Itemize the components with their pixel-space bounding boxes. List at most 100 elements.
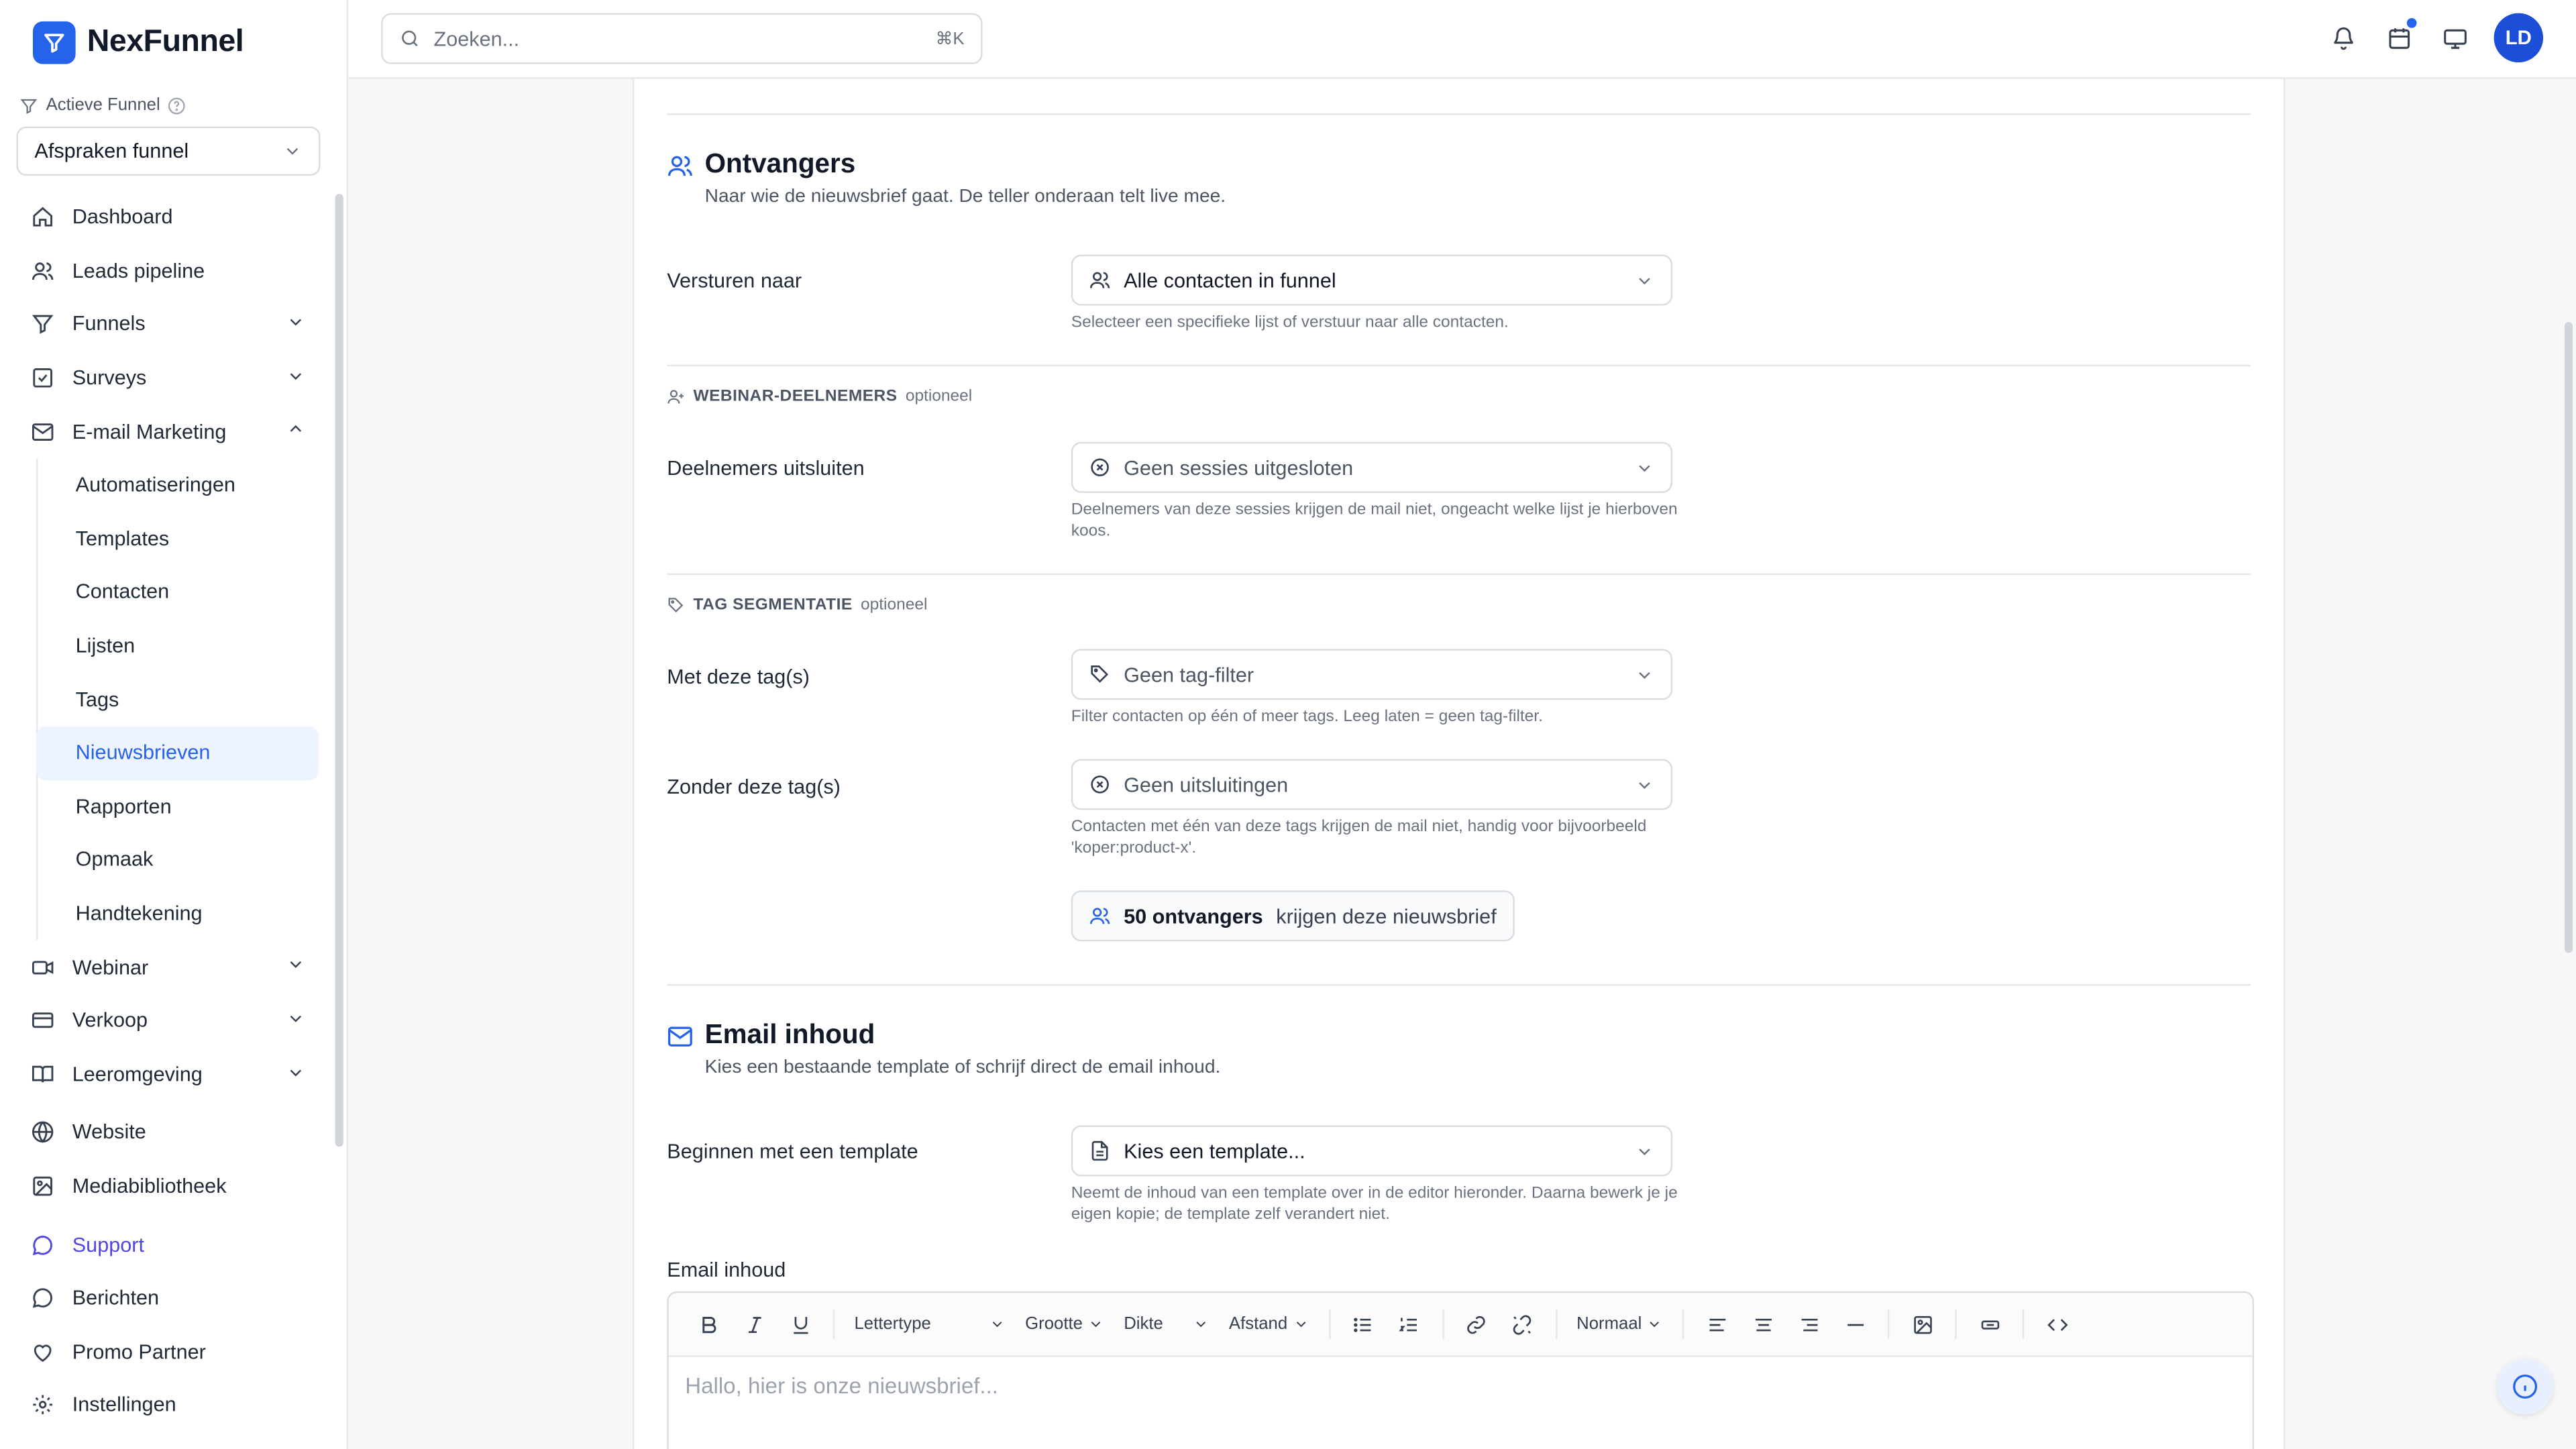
funnel-select[interactable]: Afspraken funnel <box>16 126 321 176</box>
sidebar-item-website[interactable]: Website <box>16 1106 322 1159</box>
sidebar-item-webinar[interactable]: Webinar <box>16 941 322 994</box>
button-insert-icon[interactable] <box>1967 1305 2013 1344</box>
email-marketing-submenu: Automatiseringen Templates Contacten Lij… <box>36 458 322 941</box>
sidebar-item-label: Instellingen <box>72 1393 176 1417</box>
chevron-down-icon <box>1635 775 1654 794</box>
send-to-select[interactable]: Alle contacten in funnel <box>1071 254 1673 306</box>
exclude-help: Deelnemers van deze sessies krijgen de m… <box>1071 500 1678 541</box>
align-left-icon[interactable] <box>1695 1305 1741 1344</box>
sidebar: NexFunnel Actieve Funnel Afspraken funne… <box>0 0 349 1449</box>
sidebar-item-leads[interactable]: Leads pipeline <box>16 244 322 298</box>
avatar[interactable]: LD <box>2493 13 2544 63</box>
search-placeholder: Zoeken... <box>433 27 520 50</box>
calendar-icon[interactable] <box>2382 16 2418 54</box>
top-actions: LD <box>2326 13 2544 63</box>
logo[interactable]: NexFunnel <box>32 21 244 64</box>
tag-icon <box>667 596 685 614</box>
chevron-up-icon <box>286 419 305 439</box>
gear-icon <box>30 1392 56 1418</box>
recipients-heading: Ontvangers <box>667 150 855 181</box>
chevron-down-icon <box>282 142 302 161</box>
recipient-count: 50 ontvangers <box>1124 904 1263 928</box>
funnel-icon <box>19 96 38 114</box>
without-tags-select[interactable]: Geen uitsluitingen <box>1071 759 1673 810</box>
sidebar-item-surveys[interactable]: Surveys <box>16 352 322 405</box>
info-button[interactable] <box>2497 1358 2553 1415</box>
sidebar-item-rapporten[interactable]: Rapporten <box>36 780 319 833</box>
page-scrollbar[interactable] <box>2564 322 2573 953</box>
sidebar-item-templates[interactable]: Templates <box>36 512 319 566</box>
editor-label: Email inhoud <box>667 1258 786 1282</box>
align-center-icon[interactable] <box>1740 1305 1786 1344</box>
sidebar-item-instellingen[interactable]: Instellingen <box>16 1379 322 1432</box>
align-right-icon[interactable] <box>1786 1305 1833 1344</box>
with-tags-select[interactable]: Geen tag-filter <box>1071 649 1673 700</box>
active-funnel-text: Actieve Funnel <box>46 95 160 115</box>
font-select-label: Lettertype <box>854 1314 931 1334</box>
mail-icon <box>667 1023 693 1049</box>
editor-content[interactable]: Hallo, hier is onze nieuwsbrief... <box>669 1357 2253 1415</box>
sidebar-item-berichten[interactable]: Berichten <box>16 1271 322 1325</box>
sidebar-item-opmaak[interactable]: Opmaak <box>36 833 319 887</box>
sidebar-scrollbar[interactable] <box>335 193 343 1147</box>
sidebar-item-handtekening[interactable]: Handtekening <box>36 887 319 941</box>
sidebar-item-tags[interactable]: Tags <box>36 672 319 726</box>
bold-icon[interactable] <box>685 1305 731 1344</box>
weight-select[interactable]: Dikte <box>1114 1305 1219 1344</box>
divider <box>667 364 2251 367</box>
block-format-label: Normaal <box>1576 1314 1642 1334</box>
image-icon <box>30 1173 56 1199</box>
code-icon[interactable] <box>2035 1305 2081 1344</box>
sidebar-item-automatiseringen[interactable]: Automatiseringen <box>36 458 319 512</box>
sidebar-item-funnels[interactable]: Funnels <box>16 298 322 352</box>
bell-icon[interactable] <box>2326 21 2359 54</box>
font-select[interactable]: Lettertype <box>845 1305 1016 1344</box>
sidebar-item-leeromgeving[interactable]: Leeromgeving <box>16 1047 322 1101</box>
email-content-heading: Email inhoud <box>667 1020 875 1052</box>
sidebar-item-promo-partner[interactable]: Promo Partner <box>16 1325 322 1379</box>
sidebar-item-lijsten[interactable]: Lijsten <box>36 619 319 673</box>
search-input[interactable]: Zoeken... ⌘K <box>381 13 983 64</box>
sidebar-item-verkoop[interactable]: Verkoop <box>16 994 322 1047</box>
rich-text-editor: Lettertype Grootte Dikte Afstand Normaal… <box>667 1291 2255 1449</box>
sidebar-item-nieuwsbrieven[interactable]: Nieuwsbrieven <box>36 726 319 780</box>
template-select[interactable]: Kies een template... <box>1071 1125 1673 1177</box>
underline-icon[interactable] <box>777 1305 823 1344</box>
sidebar-item-label: Surveys <box>72 366 147 390</box>
monitor-icon[interactable] <box>2438 21 2471 54</box>
image-icon[interactable] <box>1900 1305 1946 1344</box>
sidebar-item-mediabibliotheek[interactable]: Mediabibliotheek <box>16 1159 322 1213</box>
bullet-list-icon[interactable] <box>1340 1305 1387 1344</box>
unlink-icon[interactable] <box>1499 1305 1546 1344</box>
send-to-value: Alle contacten in funnel <box>1124 268 1336 292</box>
user-plus-icon <box>667 388 685 406</box>
users-icon <box>667 152 693 178</box>
size-select[interactable]: Grootte <box>1015 1305 1114 1344</box>
spacing-select[interactable]: Afstand <box>1219 1305 1318 1344</box>
weight-select-label: Dikte <box>1124 1314 1163 1334</box>
with-tags-value: Geen tag-filter <box>1124 663 1254 686</box>
recipients-subtitle: Naar wie de nieuwsbrief gaat. De teller … <box>704 187 1226 207</box>
tag-icon <box>1089 663 1111 685</box>
mail-icon <box>30 419 56 445</box>
link-icon[interactable] <box>1453 1305 1499 1344</box>
divider <box>667 113 2251 115</box>
funnel-select-value: Afspraken funnel <box>34 140 189 163</box>
spacing-select-label: Afstand <box>1228 1314 1288 1334</box>
sidebar-item-label: Dashboard <box>72 205 173 229</box>
help-circle-icon[interactable] <box>168 96 186 114</box>
x-circle-icon <box>1089 457 1111 478</box>
horizontal-rule-icon[interactable] <box>1832 1305 1878 1344</box>
numbered-list-icon[interactable] <box>1386 1305 1432 1344</box>
editor-toolbar: Lettertype Grootte Dikte Afstand Normaal <box>668 1293 2253 1357</box>
chevron-down-icon <box>989 1316 1005 1332</box>
sidebar-item-dashboard[interactable]: Dashboard <box>16 191 322 244</box>
exclude-sessions-select[interactable]: Geen sessies uitgesloten <box>1071 441 1673 493</box>
sidebar-item-email-marketing[interactable]: E-mail Marketing <box>16 405 322 458</box>
italic-icon[interactable] <box>731 1305 777 1344</box>
sidebar-item-support[interactable]: Support <box>16 1218 322 1271</box>
with-tags-label: Met deze tag(s) <box>667 665 810 689</box>
sidebar-item-contacten[interactable]: Contacten <box>36 566 319 619</box>
optional-tag: optioneel <box>861 596 928 614</box>
block-format-select[interactable]: Normaal <box>1566 1305 1672 1344</box>
